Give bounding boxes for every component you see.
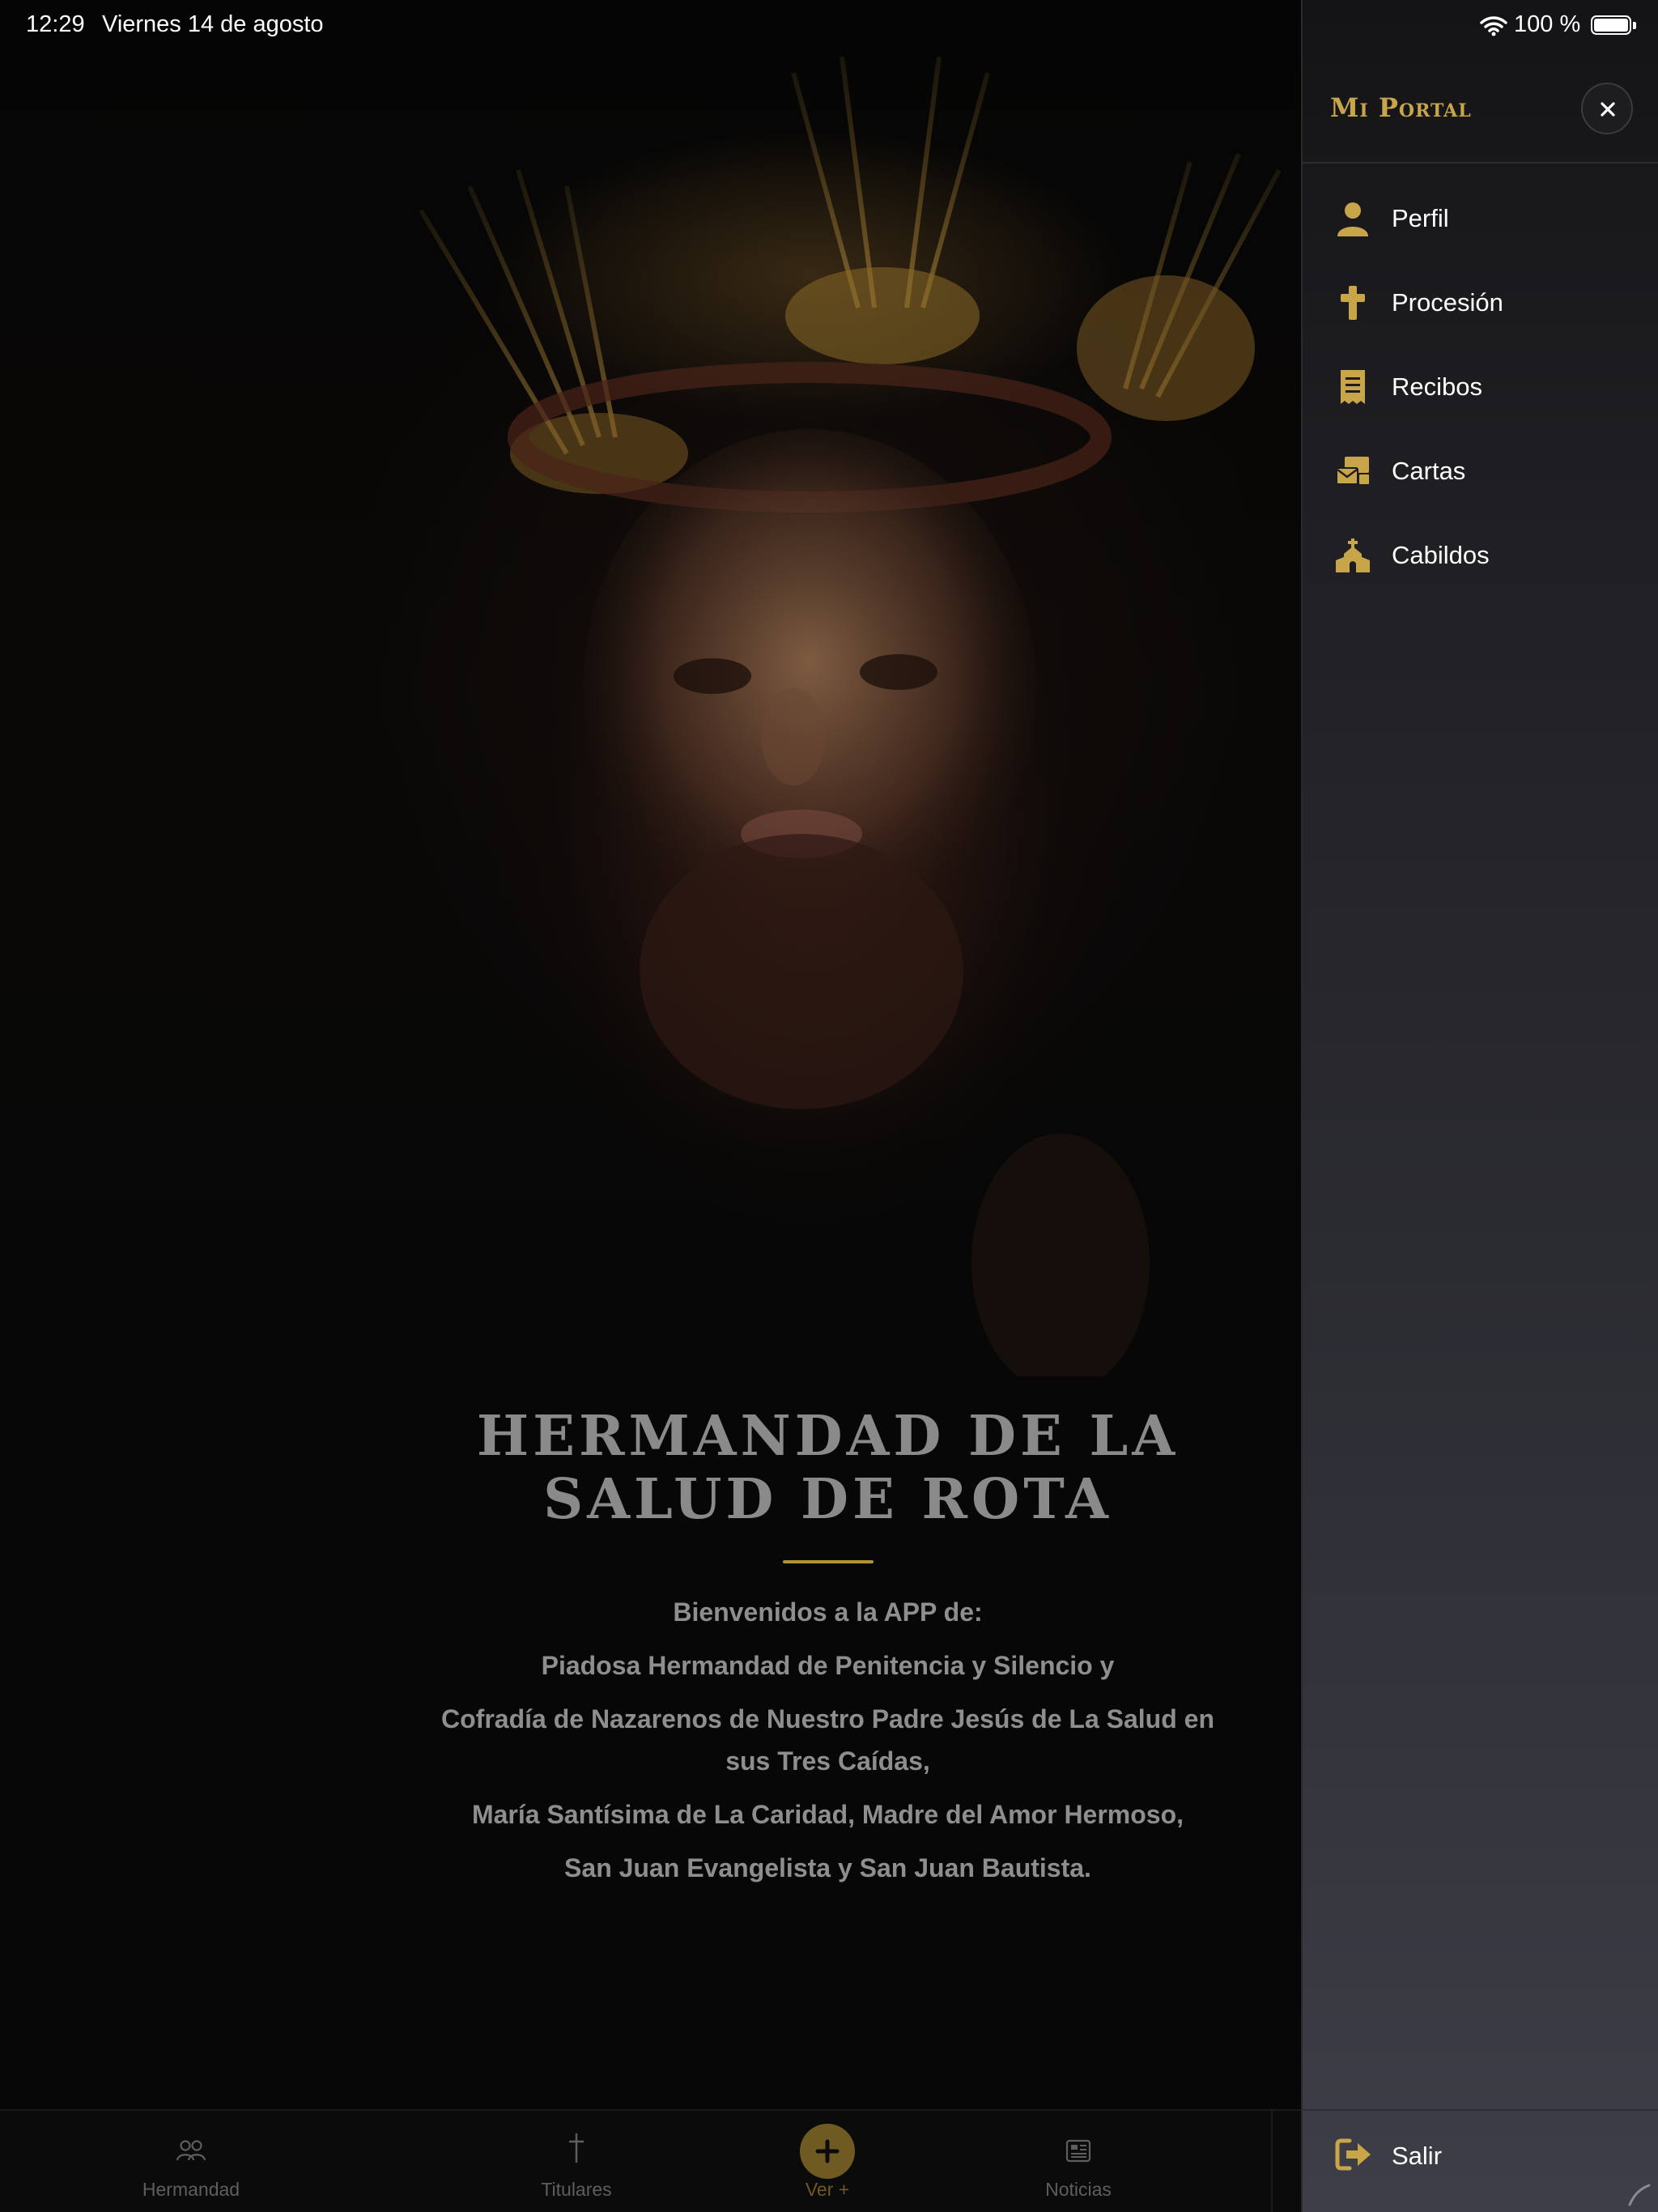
drawer-footer: Salir	[1303, 2109, 1658, 2212]
menu-item-cartas[interactable]: Cartas	[1303, 429, 1658, 513]
hero-image	[0, 0, 1301, 1376]
side-drawer: 100 % Mi Portal Perfil Procesión Recibos…	[1301, 0, 1658, 2212]
close-button[interactable]	[1581, 83, 1633, 134]
tab-label: Ver +	[805, 2179, 850, 2200]
user-icon	[1335, 201, 1371, 236]
logout-label: Salir	[1392, 2142, 1443, 2170]
tab-ver-mas[interactable]: Ver +	[738, 2111, 916, 2212]
welcome-section: HERMANDAD DE LA SALUD DE ROTA Bienvenido…	[421, 1405, 1235, 1900]
drawer-menu: Perfil Procesión Recibos Cartas Cabildos	[1303, 177, 1658, 598]
church-icon	[1335, 538, 1371, 573]
battery-cap	[1633, 22, 1636, 29]
menu-item-recibos[interactable]: Recibos	[1303, 345, 1658, 429]
title-divider	[782, 1560, 874, 1563]
tab-titulares[interactable]: Titulares	[487, 2111, 665, 2212]
menu-item-perfil[interactable]: Perfil	[1303, 177, 1658, 261]
cross-icon	[564, 2132, 589, 2168]
cross-icon	[1335, 285, 1371, 321]
tabbar-edge	[1271, 2109, 1301, 2212]
drawer-title: Mi Portal	[1330, 92, 1472, 123]
battery-percentage: 100 %	[1514, 11, 1581, 37]
tab-label: Hermandad	[142, 2179, 240, 2200]
welcome-line-4: San Juan Evangelista y San Juan Bautista…	[564, 1853, 1091, 1882]
menu-item-label: Cartas	[1392, 457, 1466, 485]
receipt-icon	[1335, 369, 1371, 405]
status-time: 12:29	[26, 11, 85, 37]
tab-noticias[interactable]: Noticias	[989, 2111, 1167, 2212]
bottom-tab-bar: Hermandad Titulares Ver + Noticias	[0, 2109, 1271, 2212]
status-date: Viernes 14 de agosto	[102, 11, 324, 37]
battery-icon	[1591, 15, 1631, 35]
welcome-line-2: Cofradía de Nazarenos de Nuestro Padre J…	[441, 1704, 1214, 1776]
people-icon	[175, 2138, 207, 2167]
wifi-icon	[1480, 15, 1507, 40]
tab-hermandad[interactable]: Hermandad	[102, 2111, 280, 2212]
plus-button[interactable]	[800, 2124, 855, 2179]
menu-item-label: Perfil	[1392, 204, 1449, 232]
tab-label: Noticias	[1045, 2179, 1112, 2200]
newspaper-icon	[1065, 2138, 1092, 2167]
menu-item-cabildos[interactable]: Cabildos	[1303, 513, 1658, 598]
status-indicators: 100 %	[1301, 11, 1658, 40]
tab-label: Titulares	[541, 2179, 612, 2200]
mail-bulk-icon	[1335, 453, 1371, 489]
welcome-line-1: Piadosa Hermandad de Penitencia y Silenc…	[541, 1651, 1115, 1680]
welcome-intro: Bienvenidos a la APP de:	[673, 1597, 983, 1627]
sign-out-icon	[1335, 2138, 1372, 2175]
crowned-christ-illustration	[419, 49, 1282, 1376]
title-line-2: SALUD DE ROTA	[543, 1467, 1112, 1532]
menu-item-label: Recibos	[1392, 372, 1482, 401]
close-icon	[1601, 102, 1615, 117]
menu-item-label: Cabildos	[1392, 541, 1490, 569]
menu-item-procesion[interactable]: Procesión	[1303, 261, 1658, 345]
menu-item-label: Procesión	[1392, 288, 1503, 317]
page-title: HERMANDAD DE LA SALUD DE ROTA	[421, 1405, 1235, 1531]
plus-icon	[815, 2139, 840, 2163]
drawer-header: Mi Portal	[1303, 49, 1658, 164]
resize-handle-icon	[1626, 2182, 1651, 2210]
home-screen: 12:29 Viernes 14 de agosto HERMANDAD DE …	[0, 0, 1301, 2212]
welcome-line-3: María Santísima de La Caridad, Madre del…	[471, 1800, 1184, 1829]
title-line-1: HERMANDAD DE LA	[476, 1404, 1180, 1469]
